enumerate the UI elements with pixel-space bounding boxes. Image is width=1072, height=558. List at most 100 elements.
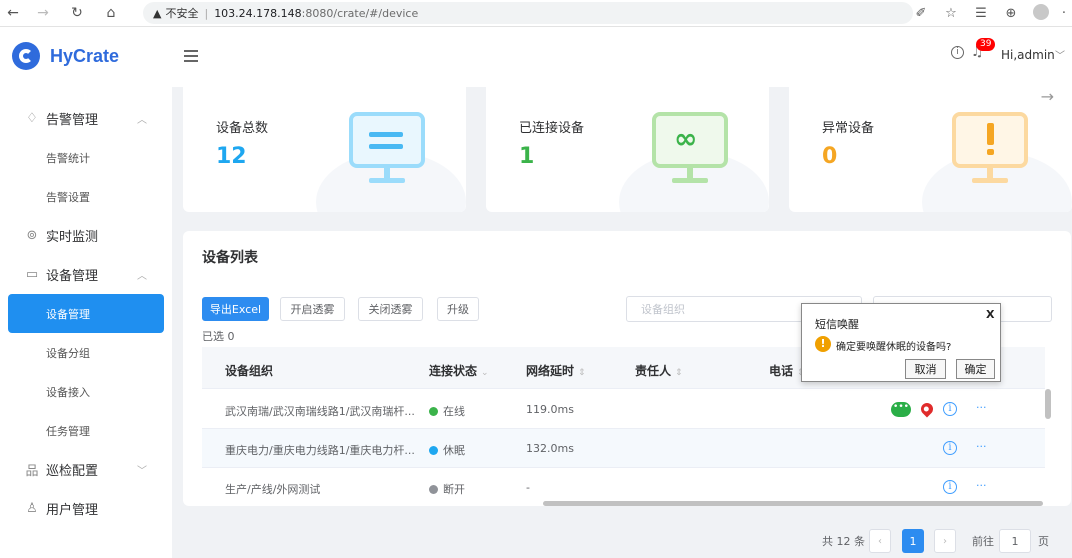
column-header-latency[interactable]: 网络延时 ⇕ xyxy=(526,362,586,379)
stat-value: 1 xyxy=(519,144,535,169)
table-row[interactable]: 武汉南瑞/武汉南瑞线路1/武汉南瑞杆... 在线 119.0ms ••• i ·… xyxy=(202,390,1045,429)
app-name: HyCrate xyxy=(50,45,120,66)
sidebar-item-user-management[interactable]: ♙ 用户管理 xyxy=(0,489,172,528)
cell-latency: 132.0ms xyxy=(526,442,574,455)
export-excel-button[interactable]: 导出Excel xyxy=(202,297,269,321)
sms-wake-icon[interactable]: ••• xyxy=(891,402,911,417)
sidebar-item-label: 设备分组 xyxy=(46,346,90,360)
goto-label: 前往 xyxy=(972,535,994,548)
sidebar-item-device-access[interactable]: 设备接入 xyxy=(0,372,172,411)
horizontal-scrollbar[interactable] xyxy=(543,501,1043,506)
top-bar: i ♫ 39 Hi,admin ﹀ xyxy=(172,27,1072,87)
column-header-label: 电话 xyxy=(769,364,794,378)
url-path: :8080/crate/#/device xyxy=(301,6,419,20)
status-label: 休眠 xyxy=(443,444,465,457)
stat-card-connected: 已连接设备 1 ∞ xyxy=(486,87,769,212)
cell-org: 武汉南瑞/武汉南瑞线路1/武汉南瑞杆... xyxy=(225,405,415,418)
arrow-right-icon[interactable]: → xyxy=(1041,87,1054,106)
column-header-label: 责任人 xyxy=(635,364,672,378)
page-number-current[interactable]: 1 xyxy=(902,529,924,553)
warning-icon: ! xyxy=(815,336,831,352)
close-fog-button[interactable]: 关闭透雾 xyxy=(358,297,423,321)
sidebar-item-label: 巡检配置 xyxy=(46,464,99,479)
alarm-icon: ♢ xyxy=(26,111,38,126)
url-host: 103.24.178.148 xyxy=(214,6,302,20)
sidebar-item-label: 告警设置 xyxy=(46,190,90,204)
favorites-list-icon[interactable]: ☰ xyxy=(966,6,996,21)
column-header-status[interactable]: 连接状态 ⌄ xyxy=(429,362,489,379)
reload-icon[interactable]: ↻ xyxy=(66,2,88,24)
sidebar-item-alarm-settings[interactable]: 告警设置 xyxy=(0,177,172,216)
cell-status: 在线 xyxy=(429,403,465,419)
location-pin-icon[interactable] xyxy=(918,400,936,418)
url-separator: | xyxy=(204,6,209,20)
info-icon[interactable]: i xyxy=(943,441,957,455)
sidebar-item-task-management[interactable]: 任务管理 xyxy=(0,411,172,450)
user-greeting[interactable]: Hi,admin xyxy=(1001,48,1055,62)
close-button[interactable]: X xyxy=(986,308,994,321)
cell-status: 断开 xyxy=(429,481,465,497)
home-icon[interactable]: ⌂ xyxy=(100,2,122,24)
menu-toggle-icon[interactable] xyxy=(184,50,198,62)
cell-latency: 119.0ms xyxy=(526,403,574,416)
sidebar-item-label: 实时监测 xyxy=(46,230,99,245)
info-icon[interactable]: i xyxy=(943,480,957,494)
sidebar-item-device-groups[interactable]: 设备分组 xyxy=(0,333,172,372)
inspection-icon: 品 xyxy=(25,464,39,479)
table-row[interactable]: 重庆电力/重庆电力线路1/重庆电力杆... 休眠 132.0ms i ··· xyxy=(202,429,1045,468)
sort-icon: ⇕ xyxy=(675,368,683,378)
chevron-up-icon: ︿ xyxy=(137,115,147,126)
read-aloud-icon[interactable]: ✐ xyxy=(906,6,936,21)
vertical-scrollbar[interactable] xyxy=(1045,389,1051,419)
forward-icon[interactable]: → xyxy=(32,2,54,24)
goto-page-input[interactable]: 1 xyxy=(999,529,1031,553)
sidebar-item-device-management-group[interactable]: ▭ 设备管理 ︿ xyxy=(0,255,172,294)
status-offline-icon xyxy=(429,485,438,494)
column-header-phone[interactable]: 电话⇕ xyxy=(769,362,805,379)
app-logo[interactable]: HyCrate xyxy=(12,42,119,70)
user-icon: ♙ xyxy=(26,501,38,516)
more-icon[interactable]: ··· xyxy=(976,440,987,453)
more-icon[interactable]: ··· xyxy=(976,479,987,492)
column-header-org[interactable]: 设备组织 xyxy=(225,362,273,379)
collections-icon[interactable]: ⊕ xyxy=(996,6,1026,21)
chevron-up-icon: ︿ xyxy=(137,271,147,282)
next-page-button[interactable]: › xyxy=(934,529,956,553)
panel-title: 设备列表 xyxy=(202,250,258,266)
sidebar-item-label: 设备接入 xyxy=(46,385,90,399)
sidebar-item-label: 用户管理 xyxy=(46,503,99,518)
cell-org: 重庆电力/重庆电力线路1/重庆电力杆... xyxy=(225,444,415,457)
sidebar-item-inspection-config[interactable]: 品 巡检配置 ﹀ xyxy=(0,450,172,489)
dialog-title: 短信唤醒 xyxy=(815,318,859,331)
confirm-button[interactable]: 确定 xyxy=(956,359,995,379)
info-icon[interactable]: i xyxy=(943,402,957,416)
stat-label: 设备总数 xyxy=(216,121,269,136)
sidebar-item-realtime-monitoring[interactable]: ⊚ 实时监测 xyxy=(0,216,172,255)
sidebar-item-alarm-management[interactable]: ♢ 告警管理 ︿ xyxy=(0,99,172,138)
sidebar-item-device-management[interactable]: 设备管理 xyxy=(8,294,164,333)
selected-count: 已选 0 xyxy=(202,330,235,343)
stat-card-total: 设备总数 12 xyxy=(183,87,466,212)
upgrade-button[interactable]: 升级 xyxy=(437,297,479,321)
open-fog-button[interactable]: 开启透雾 xyxy=(280,297,345,321)
sort-icon: ⇕ xyxy=(578,368,586,378)
address-bar[interactable]: ▲ 不安全 | 103.24.178.148 :8080/crate/#/dev… xyxy=(143,2,913,24)
cancel-button[interactable]: 取消 xyxy=(905,359,946,379)
back-icon[interactable]: ← xyxy=(2,2,24,24)
prev-page-button[interactable]: ‹ xyxy=(869,529,891,553)
sidebar-item-alarm-statistics[interactable]: 告警统计 xyxy=(0,138,172,177)
sidebar-item-label: 设备管理 xyxy=(46,269,99,284)
logo-icon xyxy=(12,42,40,70)
dialog-message: 确定要唤醒休眠的设备吗? xyxy=(836,342,952,353)
chevron-down-icon[interactable]: ﹀ xyxy=(1055,47,1065,62)
info-icon[interactable]: i xyxy=(951,46,964,59)
sidebar-item-label: 设备管理 xyxy=(46,307,90,321)
stat-value: 12 xyxy=(216,144,247,169)
sidebar-item-label: 任务管理 xyxy=(46,424,90,438)
favorite-icon[interactable]: ☆ xyxy=(936,6,966,21)
profile-icon[interactable] xyxy=(1026,3,1056,24)
more-icon[interactable]: ··· xyxy=(976,401,987,414)
chevron-down-icon: ⌄ xyxy=(481,368,489,378)
column-header-owner[interactable]: 责任人 ⇕ xyxy=(635,362,683,379)
more-icon[interactable]: · xyxy=(1056,6,1072,21)
